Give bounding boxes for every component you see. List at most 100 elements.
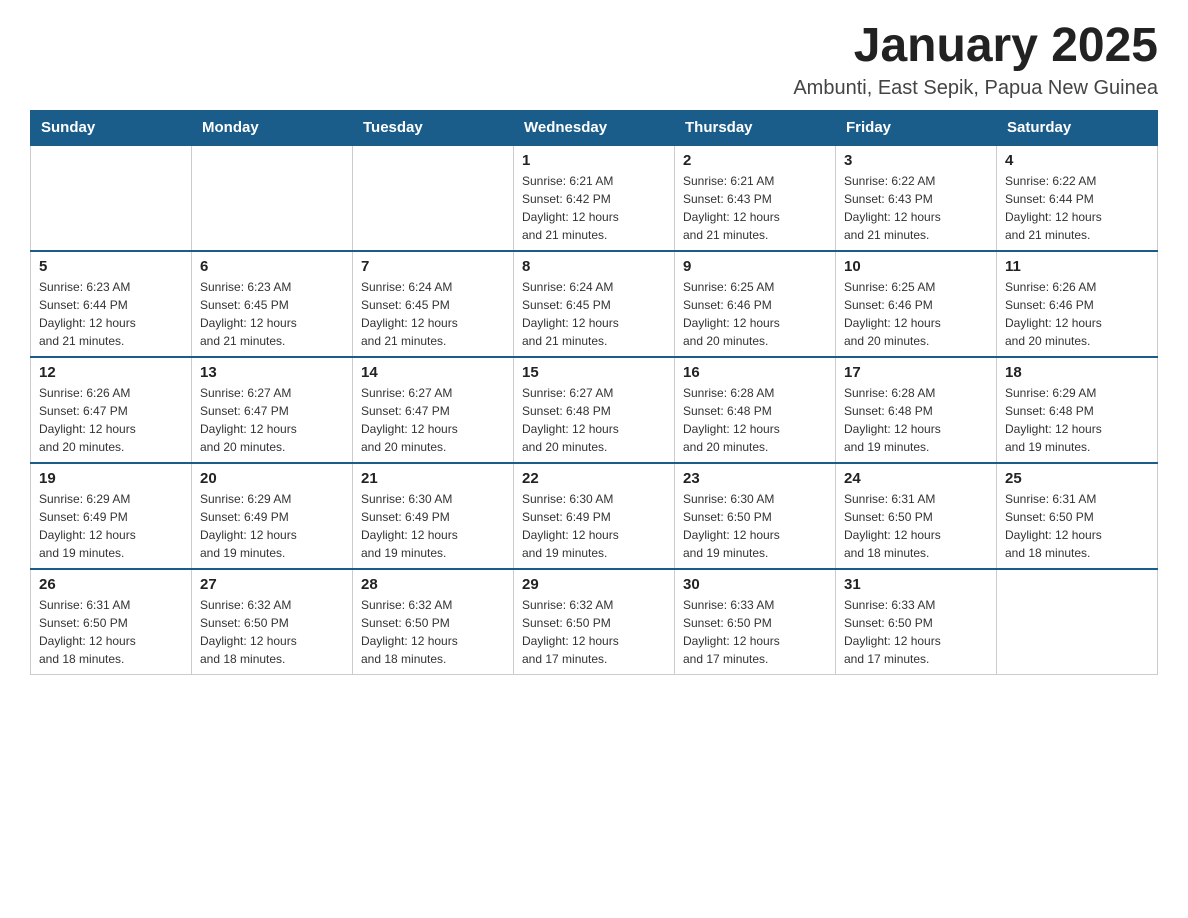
calendar-cell: 3 Sunrise: 6:22 AM Sunset: 6:43 PM Daylig… (836, 145, 997, 251)
calendar-cell: 7 Sunrise: 6:24 AM Sunset: 6:45 PM Daylig… (353, 251, 514, 357)
day-number: 23 (683, 470, 827, 487)
day-info: Sunrise: 6:21 AM Sunset: 6:43 PM Dayligh… (683, 172, 827, 244)
calendar-week-5: 26 Sunrise: 6:31 AM Sunset: 6:50 PM Dayli… (31, 569, 1158, 675)
calendar-cell: 4Sunrise: 6:22 AM Sunset: 6:44 PM Daylig… (997, 145, 1158, 251)
calendar-cell: 5 Sunrise: 6:23 AM Sunset: 6:44 PM Daylig… (31, 251, 192, 357)
day-number: 25 (1005, 470, 1149, 487)
calendar-cell: 25 Sunrise: 6:31 AM Sunset: 6:50 PM Dayli… (997, 463, 1158, 569)
calendar-cell (192, 145, 353, 251)
calendar-header-friday: Friday (836, 110, 997, 145)
day-number: 11 (1005, 258, 1149, 275)
day-number: 6 (200, 258, 344, 275)
calendar-cell (997, 569, 1158, 675)
calendar-header-sunday: Sunday (31, 110, 192, 145)
calendar-cell: 18 Sunrise: 6:29 AM Sunset: 6:48 PM Dayli… (997, 357, 1158, 463)
calendar-cell: 2 Sunrise: 6:21 AM Sunset: 6:43 PM Daylig… (675, 145, 836, 251)
calendar-cell: 13Sunrise: 6:27 AM Sunset: 6:47 PM Dayli… (192, 357, 353, 463)
day-number: 22 (522, 470, 666, 487)
calendar-header-wednesday: Wednesday (514, 110, 675, 145)
day-info: Sunrise: 6:28 AM Sunset: 6:48 PM Dayligh… (844, 384, 988, 456)
calendar-cell: 28 Sunrise: 6:32 AM Sunset: 6:50 PM Dayli… (353, 569, 514, 675)
day-info: Sunrise: 6:32 AM Sunset: 6:50 PM Dayligh… (361, 596, 505, 668)
day-info: Sunrise: 6:31 AM Sunset: 6:50 PM Dayligh… (1005, 490, 1149, 562)
calendar-cell: 8 Sunrise: 6:24 AM Sunset: 6:45 PM Daylig… (514, 251, 675, 357)
day-info: Sunrise: 6:22 AM Sunset: 6:44 PM Dayligh… (1005, 172, 1149, 244)
day-number: 30 (683, 576, 827, 593)
calendar-week-4: 19Sunrise: 6:29 AM Sunset: 6:49 PM Dayli… (31, 463, 1158, 569)
day-info: Sunrise: 6:27 AM Sunset: 6:47 PM Dayligh… (200, 384, 344, 456)
day-info: Sunrise: 6:33 AM Sunset: 6:50 PM Dayligh… (844, 596, 988, 668)
day-number: 7 (361, 258, 505, 275)
day-number: 28 (361, 576, 505, 593)
day-info: Sunrise: 6:30 AM Sunset: 6:49 PM Dayligh… (361, 490, 505, 562)
calendar-cell: 10 Sunrise: 6:25 AM Sunset: 6:46 PM Dayli… (836, 251, 997, 357)
day-number: 29 (522, 576, 666, 593)
day-number: 9 (683, 258, 827, 275)
calendar-cell: 16 Sunrise: 6:28 AM Sunset: 6:48 PM Dayli… (675, 357, 836, 463)
day-info: Sunrise: 6:24 AM Sunset: 6:45 PM Dayligh… (361, 278, 505, 350)
day-number: 20 (200, 470, 344, 487)
day-info: Sunrise: 6:23 AM Sunset: 6:45 PM Dayligh… (200, 278, 344, 350)
title-block: January 2025 Ambunti, East Sepik, Papua … (30, 20, 1158, 100)
calendar-cell (353, 145, 514, 251)
day-info: Sunrise: 6:24 AM Sunset: 6:45 PM Dayligh… (522, 278, 666, 350)
day-number: 14 (361, 364, 505, 381)
calendar-cell: 30 Sunrise: 6:33 AM Sunset: 6:50 PM Dayli… (675, 569, 836, 675)
calendar-header-thursday: Thursday (675, 110, 836, 145)
day-number: 12 (39, 364, 183, 381)
day-info: Sunrise: 6:23 AM Sunset: 6:44 PM Dayligh… (39, 278, 183, 350)
day-info: Sunrise: 6:33 AM Sunset: 6:50 PM Dayligh… (683, 596, 827, 668)
calendar-header-saturday: Saturday (997, 110, 1158, 145)
day-info: Sunrise: 6:32 AM Sunset: 6:50 PM Dayligh… (522, 596, 666, 668)
day-info: Sunrise: 6:22 AM Sunset: 6:43 PM Dayligh… (844, 172, 988, 244)
calendar-cell: 24Sunrise: 6:31 AM Sunset: 6:50 PM Dayli… (836, 463, 997, 569)
calendar-cell: 15 Sunrise: 6:27 AM Sunset: 6:48 PM Dayli… (514, 357, 675, 463)
calendar-cell: 26 Sunrise: 6:31 AM Sunset: 6:50 PM Dayli… (31, 569, 192, 675)
day-info: Sunrise: 6:29 AM Sunset: 6:48 PM Dayligh… (1005, 384, 1149, 456)
calendar-header-tuesday: Tuesday (353, 110, 514, 145)
day-number: 3 (844, 152, 988, 169)
day-number: 21 (361, 470, 505, 487)
day-info: Sunrise: 6:27 AM Sunset: 6:48 PM Dayligh… (522, 384, 666, 456)
calendar-cell: 19Sunrise: 6:29 AM Sunset: 6:49 PM Dayli… (31, 463, 192, 569)
calendar-cell: 12 Sunrise: 6:26 AM Sunset: 6:47 PM Dayli… (31, 357, 192, 463)
day-number: 10 (844, 258, 988, 275)
day-info: Sunrise: 6:31 AM Sunset: 6:50 PM Dayligh… (844, 490, 988, 562)
day-number: 16 (683, 364, 827, 381)
page-header: GeneralBlue January 2025 Ambunti, East S… (30, 20, 1158, 100)
day-info: Sunrise: 6:25 AM Sunset: 6:46 PM Dayligh… (844, 278, 988, 350)
calendar-cell: 27Sunrise: 6:32 AM Sunset: 6:50 PM Dayli… (192, 569, 353, 675)
calendar-cell: 6 Sunrise: 6:23 AM Sunset: 6:45 PM Daylig… (192, 251, 353, 357)
calendar-table: SundayMondayTuesdayWednesdayThursdayFrid… (30, 110, 1158, 675)
day-info: Sunrise: 6:30 AM Sunset: 6:49 PM Dayligh… (522, 490, 666, 562)
day-info: Sunrise: 6:25 AM Sunset: 6:46 PM Dayligh… (683, 278, 827, 350)
day-number: 2 (683, 152, 827, 169)
day-number: 17 (844, 364, 988, 381)
calendar-week-1: 1Sunrise: 6:21 AM Sunset: 6:42 PM Daylig… (31, 145, 1158, 251)
calendar-cell: 17 Sunrise: 6:28 AM Sunset: 6:48 PM Dayli… (836, 357, 997, 463)
calendar-header-monday: Monday (192, 110, 353, 145)
calendar-cell: 1Sunrise: 6:21 AM Sunset: 6:42 PM Daylig… (514, 145, 675, 251)
day-info: Sunrise: 6:32 AM Sunset: 6:50 PM Dayligh… (200, 596, 344, 668)
calendar-cell: 31 Sunrise: 6:33 AM Sunset: 6:50 PM Dayli… (836, 569, 997, 675)
calendar-week-2: 5 Sunrise: 6:23 AM Sunset: 6:44 PM Daylig… (31, 251, 1158, 357)
day-number: 15 (522, 364, 666, 381)
calendar-cell: 20Sunrise: 6:29 AM Sunset: 6:49 PM Dayli… (192, 463, 353, 569)
calendar-week-3: 12 Sunrise: 6:26 AM Sunset: 6:47 PM Dayli… (31, 357, 1158, 463)
day-info: Sunrise: 6:26 AM Sunset: 6:47 PM Dayligh… (39, 384, 183, 456)
day-number: 18 (1005, 364, 1149, 381)
calendar-cell: 29 Sunrise: 6:32 AM Sunset: 6:50 PM Dayli… (514, 569, 675, 675)
day-number: 26 (39, 576, 183, 593)
day-number: 8 (522, 258, 666, 275)
calendar-cell (31, 145, 192, 251)
calendar-cell: 23 Sunrise: 6:30 AM Sunset: 6:50 PM Dayli… (675, 463, 836, 569)
location-title: Ambunti, East Sepik, Papua New Guinea (30, 77, 1158, 100)
day-info: Sunrise: 6:30 AM Sunset: 6:50 PM Dayligh… (683, 490, 827, 562)
day-info: Sunrise: 6:28 AM Sunset: 6:48 PM Dayligh… (683, 384, 827, 456)
day-info: Sunrise: 6:31 AM Sunset: 6:50 PM Dayligh… (39, 596, 183, 668)
day-number: 5 (39, 258, 183, 275)
day-number: 31 (844, 576, 988, 593)
day-number: 1 (522, 152, 666, 169)
month-title: January 2025 (30, 20, 1158, 73)
calendar-cell: 14Sunrise: 6:27 AM Sunset: 6:47 PM Dayli… (353, 357, 514, 463)
